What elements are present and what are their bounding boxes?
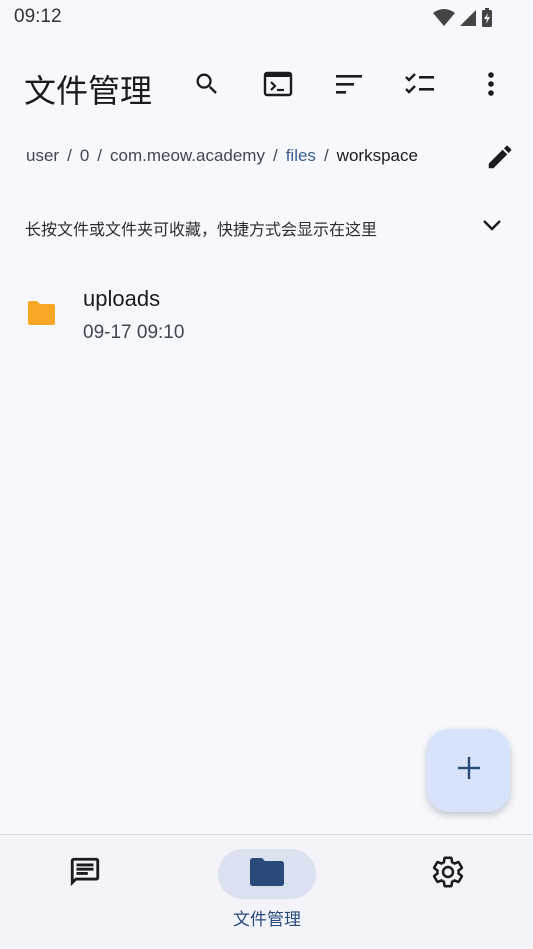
page-title: 文件管理 [24, 72, 153, 110]
more-vert-icon [487, 71, 495, 102]
nav-chat[interactable] [36, 835, 134, 949]
bottom-navigation: 文件管理 [0, 834, 533, 949]
breadcrumb-item[interactable]: com.meow.academy [110, 146, 265, 166]
file-name: uploads [83, 286, 161, 311]
terminal-button[interactable] [256, 64, 300, 108]
bookmark-expand-button[interactable] [477, 212, 507, 242]
more-options-button[interactable] [469, 64, 513, 108]
add-button[interactable] [427, 729, 510, 812]
nav-file-manager[interactable]: 文件管理 [218, 835, 316, 949]
terminal-icon [263, 71, 293, 102]
breadcrumb-separator: / [67, 146, 72, 165]
breadcrumb-current[interactable]: workspace [337, 146, 418, 166]
bookmark-hint: 长按文件或文件夹可收藏，快捷方式会显示在这里 [25, 220, 378, 239]
chat-icon [68, 855, 102, 894]
breadcrumb-item[interactable]: 0 [80, 146, 89, 166]
signal-icon [459, 9, 477, 32]
search-icon [193, 70, 221, 103]
pencil-icon [485, 142, 515, 177]
breadcrumb-separator: / [272, 146, 278, 165]
nav-settings[interactable] [399, 835, 497, 949]
file-list-item[interactable]: uploads 09-17 09:10 [0, 272, 533, 356]
nav-active-indicator [218, 849, 316, 899]
status-time: 09:12 [14, 6, 62, 27]
status-bar: 09:12 [0, 0, 533, 36]
gear-icon [431, 855, 465, 894]
battery-charging-icon [481, 8, 493, 33]
breadcrumb-item[interactable]: user [26, 146, 59, 166]
folder-icon [249, 857, 285, 892]
add-icon [457, 756, 481, 785]
sort-icon [335, 73, 363, 100]
breadcrumb-item[interactable]: files [286, 146, 316, 166]
breadcrumb-separator: / [97, 146, 103, 165]
chevron-down-icon [482, 218, 502, 237]
bookmark-bar: 长按文件或文件夹可收藏，快捷方式会显示在这里 [0, 202, 533, 250]
edit-path-button[interactable] [483, 142, 517, 176]
breadcrumb: user / 0 / com.meow.academy / files / wo… [26, 146, 418, 166]
folder-icon [26, 300, 56, 331]
file-date: 09-17 09:10 [83, 322, 185, 343]
status-icons [433, 8, 493, 33]
multi-select-button[interactable] [398, 64, 442, 108]
nav-settings-indicator [399, 849, 497, 899]
breadcrumb-separator: / [323, 146, 329, 165]
checklist-icon [404, 72, 436, 101]
sort-button[interactable] [327, 64, 371, 108]
nav-label: 文件管理 [233, 910, 301, 930]
nav-chat-indicator [36, 849, 134, 899]
wifi-icon [433, 9, 455, 32]
search-button[interactable] [185, 64, 229, 108]
app-bar: 文件管理 [0, 54, 533, 118]
